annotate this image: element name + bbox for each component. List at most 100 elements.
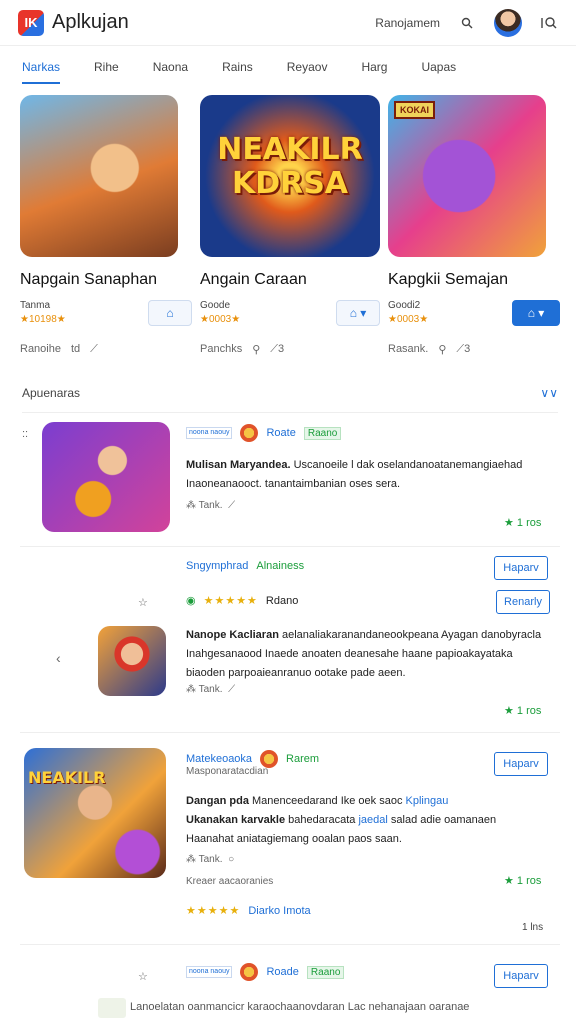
stat-label: Tank. <box>198 854 223 865</box>
item-title[interactable]: Mulisan Maryandea. <box>186 459 291 471</box>
star-rating: ★★★★★ <box>186 905 241 917</box>
item-meta: noona naouy Roate Raano <box>186 424 342 442</box>
share-icon[interactable]: ⟋3 <box>456 343 470 356</box>
get-button[interactable]: Haparv <box>494 964 548 988</box>
item-heading-title[interactable]: Sngymphrad <box>186 560 248 572</box>
category-tabs: Narkas Rihe Naona Rains Reyaov Harg Uapa… <box>22 56 490 84</box>
score-value: 1 ros <box>516 875 542 887</box>
score-value: 1 ros <box>516 705 542 717</box>
game-title[interactable]: Kapgkii Semajan <box>388 271 560 289</box>
game-rating: ★0003★ <box>388 314 429 325</box>
favorite-icon[interactable]: ☆ <box>138 970 148 983</box>
tab-reyaov[interactable]: Reyaov <box>287 56 328 84</box>
game-cover-image[interactable]: NEAKILR KDRSA <box>200 95 380 257</box>
desc-link[interactable]: Kplingau <box>406 795 449 807</box>
share-icon[interactable]: ⟋ <box>228 684 235 695</box>
desc-line: Haanahat aniatagiemang ooalan paos saan. <box>186 833 402 845</box>
share-icon[interactable]: ⟋3 <box>270 343 284 356</box>
page-indicator: 1 lns <box>522 922 544 933</box>
category-badge: Raano <box>306 965 345 979</box>
game-title[interactable]: Angain Caraan <box>200 271 380 289</box>
divider <box>20 546 560 547</box>
desc-link[interactable]: jaedal <box>358 814 387 826</box>
install-button[interactable]: ⌂ ▾ <box>336 300 380 326</box>
category-badge: Raano <box>303 426 342 440</box>
game-cover-image[interactable] <box>20 95 178 257</box>
stat-label: Tank. <box>198 684 223 695</box>
tab-naona[interactable]: Naona <box>153 56 188 84</box>
game-thumbnail[interactable] <box>98 626 166 696</box>
logo-text: IK <box>24 15 38 30</box>
rating-label: Rdano <box>265 594 299 607</box>
cover-title-text: NEAKILR <box>28 768 106 787</box>
desc-bold: Ukanakan karvakle <box>186 814 286 826</box>
share-icon[interactable]: ⟋ <box>228 500 235 511</box>
game-stats: Ranoihe td ⟋ <box>20 343 192 356</box>
game-publisher: Goodi2 <box>388 300 421 311</box>
game-meta: Goodi2 ★0003★ <box>388 299 428 327</box>
game-thumbnail[interactable] <box>42 422 170 532</box>
featured-games: Napgain Sanaphan Tanma ★10198★ ⌂ Ranoihe… <box>20 95 560 356</box>
tab-harg[interactable]: Harg <box>361 56 387 84</box>
tab-uapas[interactable]: Uapas <box>421 56 456 84</box>
app-logo[interactable]: IK <box>18 9 44 36</box>
game-publisher: Tanma <box>20 300 51 311</box>
stat-mid: ⚲ <box>438 344 447 356</box>
score-value: 1 ros <box>516 517 542 529</box>
cover-badge: KOKAI <box>394 101 435 119</box>
desc-line: Manenceedarand Ike oek saoc <box>252 795 403 807</box>
item-heading: Sngymphrad Alnainess <box>186 560 304 572</box>
item-title[interactable]: Dangan pda <box>186 795 249 807</box>
featured-card[interactable]: Napgain Sanaphan Tanma ★10198★ ⌂ Ranoihe… <box>20 95 192 356</box>
divider <box>20 732 560 733</box>
rent-button[interactable]: Renarly <box>496 590 550 614</box>
item-description: Nanope Kacliaran aelanaliakaranandaneook… <box>186 626 546 683</box>
desc-line: salad adie oamanaen <box>390 814 497 826</box>
install-button[interactable]: ⌂ ▾ <box>512 300 560 326</box>
item-rating-row: ★★★★★ Diarko Imota <box>186 904 311 918</box>
chevron-down-icon[interactable]: ∨∨ <box>540 386 558 400</box>
game-thumbnail[interactable]: NEAKILR <box>24 748 166 878</box>
share-icon[interactable]: ⟋ <box>90 343 98 356</box>
tab-rains[interactable]: Rains <box>222 56 253 84</box>
favorite-icon[interactable]: ☆ <box>138 596 148 609</box>
get-button[interactable]: Haparv <box>494 556 548 580</box>
item-rating-row: ◉ ★★★★★ Rdano <box>186 594 299 608</box>
item-heading-sub: Alnainess <box>256 560 305 572</box>
developer-name[interactable]: Roate <box>266 427 295 439</box>
install-button[interactable]: ⌂ <box>148 300 192 326</box>
game-publisher: Goode <box>200 300 231 311</box>
game-title[interactable]: Napgain Sanaphan <box>20 271 192 289</box>
featured-card[interactable]: NEAKILR KDRSA Angain Caraan Goode ★0003★… <box>200 95 380 356</box>
preview-thumbnail[interactable] <box>98 998 126 1018</box>
developer-name[interactable]: Roade <box>266 966 298 978</box>
comment-icon[interactable]: ○ <box>228 854 234 865</box>
user-avatar[interactable] <box>494 8 522 37</box>
featured-card[interactable]: KOKAI Kapgkii Semajan Goodi2 ★0003★ ⌂ ▾ … <box>388 95 560 356</box>
item-title[interactable]: Nanope Kacliaran <box>186 629 279 641</box>
rating-label[interactable]: Diarko Imota <box>248 905 310 917</box>
tab-rihe[interactable]: Rihe <box>94 56 119 84</box>
desc-line: Inaoneanaooct. tanantaimbanian oses sera… <box>186 478 401 490</box>
tab-narkas[interactable]: Narkas <box>22 56 61 84</box>
user-label[interactable]: Ranojamem <box>375 16 440 30</box>
get-button[interactable]: Haparv <box>494 752 548 776</box>
item-score: ★ 1 ros <box>504 875 542 887</box>
search-icon[interactable] <box>458 14 476 32</box>
item-heading-sub: Rarem <box>286 753 320 765</box>
cover-title-text: NEAKILR KDRSA <box>217 132 363 201</box>
stat-label: Ranoihe <box>20 343 61 355</box>
section-title: Apuenaras <box>22 386 81 400</box>
settings-icon[interactable] <box>540 14 558 32</box>
item-heading-title[interactable]: Matekeoaoka <box>186 753 252 765</box>
game-cover-image[interactable]: KOKAI <box>388 95 546 257</box>
desc-line: Uscanoeile l dak oselandanoatanemangiaeh… <box>293 459 523 471</box>
game-stats: Rasank. ⚲ ⟋3 <box>388 343 560 356</box>
verified-icon: ◉ <box>186 595 196 607</box>
divider <box>20 944 560 945</box>
game-stats: Panchks ⚲ ⟋3 <box>200 343 380 356</box>
drag-handle-icon[interactable]: :: <box>22 428 28 440</box>
item-stats: ⁂ Tank. ⟋ <box>186 500 236 511</box>
chevron-left-icon[interactable]: ‹ <box>56 650 61 666</box>
stat-mid: ⚲ <box>252 344 261 356</box>
